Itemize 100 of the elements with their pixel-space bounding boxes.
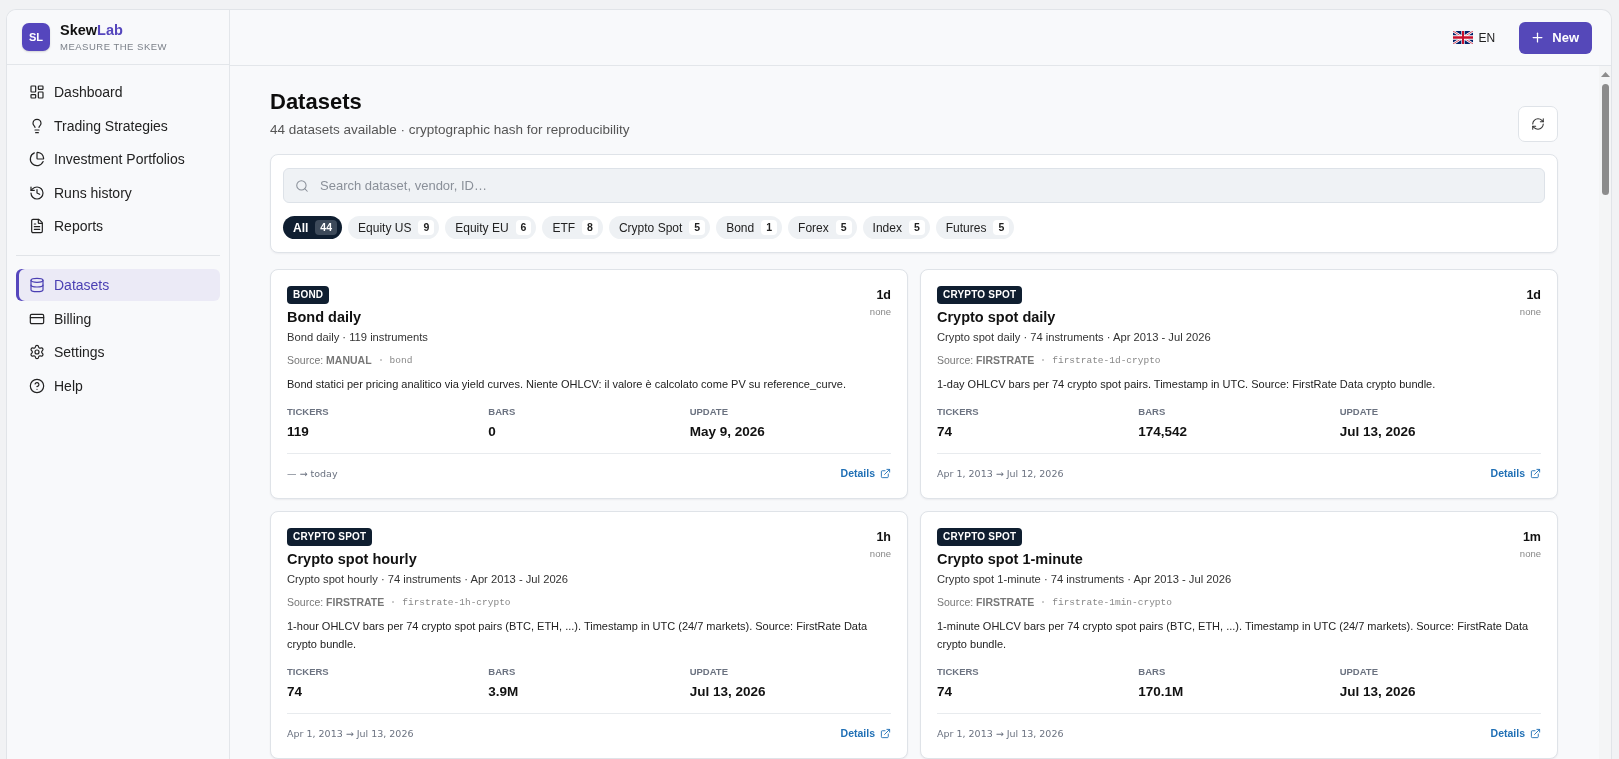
stat-value: 0 bbox=[488, 424, 496, 440]
details-link[interactable]: Details bbox=[840, 467, 891, 479]
nav-item[interactable]: Runs history bbox=[16, 176, 220, 209]
pie-chart-icon bbox=[29, 151, 45, 167]
card-summary: Crypto spot hourly · 74 instruments · Apr 2013 - Jul 2026 bbox=[287, 572, 569, 587]
card-description: 1-hour OHLCV bars per 74 crypto spot pairs (BTC, ETH, ...). Timestamp in UTC (24/7 markets). Source: FirstRate Data crypto bundle. bbox=[287, 619, 869, 652]
external-link-icon bbox=[880, 727, 891, 739]
card-summary: Bond daily · 119 instruments bbox=[287, 330, 428, 345]
filter-chip[interactable]: Bond 1 bbox=[716, 216, 783, 239]
interval-label: 1h bbox=[876, 530, 891, 545]
filter-chip[interactable]: ETF 8 bbox=[542, 216, 603, 239]
page-title: Datasets bbox=[270, 88, 362, 116]
count-badge: 5 bbox=[689, 220, 706, 235]
nav-item[interactable]: Investment Portfolios bbox=[16, 143, 220, 175]
date-range: Apr 1, 2013 → Jul 13, 2026 bbox=[937, 727, 1064, 739]
filter-chip[interactable]: Equity US 9 bbox=[348, 216, 440, 239]
search-field[interactable]: Search dataset, vendor, ID… bbox=[283, 168, 1545, 203]
dataset-id: bond bbox=[389, 354, 413, 366]
stat-label: TICKERS bbox=[937, 406, 979, 418]
details-link[interactable]: Details bbox=[840, 727, 891, 739]
source-label: Source: FIRSTRATE bbox=[937, 354, 1035, 366]
filter-chip[interactable]: All 44 bbox=[283, 216, 343, 239]
stat-value: Jul 13, 2026 bbox=[689, 684, 766, 700]
new-button[interactable]: New bbox=[1519, 21, 1592, 54]
filter-chip[interactable]: Crypto Spot 5 bbox=[608, 216, 711, 239]
dataset-id: firstrate-1min-crypto bbox=[1052, 596, 1172, 608]
refresh-icon bbox=[1531, 117, 1545, 131]
count-badge: 5 bbox=[835, 220, 852, 235]
dashboard-icon bbox=[29, 84, 45, 100]
brand-name: SkewLab bbox=[60, 22, 124, 39]
stat-value: Jul 13, 2026 bbox=[1339, 684, 1416, 700]
card-summary: Crypto spot daily · 74 instruments · Apr 2013 - Jul 2026 bbox=[937, 330, 1211, 345]
filter-chip[interactable]: Index 5 bbox=[862, 216, 930, 239]
filter-chip[interactable]: Futures 5 bbox=[935, 216, 1015, 239]
interval-label: 1d bbox=[1526, 288, 1541, 303]
scrollbar-thumb[interactable] bbox=[1601, 84, 1609, 195]
help-icon bbox=[29, 377, 45, 394]
stat-value: Jul 13, 2026 bbox=[1339, 424, 1416, 440]
lightbulb-icon bbox=[29, 117, 45, 134]
stat-label: UPDATE bbox=[1339, 666, 1378, 678]
count-badge: 44 bbox=[315, 220, 338, 235]
card-description: 1-day OHLCV bars per 74 crypto spot pairs. Timestamp in UTC. Source: FirstRate Data crypto bundle. bbox=[937, 377, 1437, 392]
nav-item[interactable]: Dashboard bbox=[16, 76, 220, 108]
page-subtitle: 44 datasets available · cryptographic hash for reproducibility bbox=[270, 121, 630, 139]
nav-item[interactable]: Help bbox=[16, 369, 220, 402]
scroll-up-arrow-icon[interactable] bbox=[1600, 72, 1610, 77]
stat-value: 3.9M bbox=[488, 684, 519, 700]
document-icon bbox=[29, 218, 45, 234]
card-summary: Crypto spot 1-minute · 74 instruments · Apr 2013 - Jul 2026 bbox=[937, 572, 1232, 587]
date-range: — → today bbox=[287, 467, 338, 479]
filter-chip[interactable]: Forex 5 bbox=[788, 216, 857, 239]
history-icon bbox=[29, 184, 45, 201]
stat-label: UPDATE bbox=[1339, 406, 1378, 418]
brand-tagline: MEASURE THE SKEW bbox=[60, 41, 168, 52]
nav-item[interactable]: Billing bbox=[16, 302, 220, 335]
card-title: Bond daily bbox=[287, 308, 362, 327]
stat-value: 170.1M bbox=[1138, 684, 1184, 700]
stat-value: 74 bbox=[937, 684, 953, 700]
flag-icon bbox=[1452, 31, 1473, 44]
database-icon bbox=[29, 277, 45, 293]
details-link[interactable]: Details bbox=[1490, 467, 1541, 479]
stat-label: BARS bbox=[1138, 666, 1166, 678]
search-icon bbox=[295, 178, 309, 193]
category-badge: CRYPTO SPOT bbox=[937, 286, 1023, 304]
scrollbar-track[interactable] bbox=[1599, 66, 1611, 759]
stat-value: 74 bbox=[937, 424, 953, 440]
stat-label: BARS bbox=[488, 406, 516, 418]
stat-label: TICKERS bbox=[937, 666, 979, 678]
refresh-button[interactable] bbox=[1518, 106, 1558, 142]
date-range: Apr 1, 2013 → Jul 13, 2026 bbox=[287, 727, 414, 739]
dataset-id: firstrate-1d-crypto bbox=[1052, 354, 1161, 366]
plus-icon bbox=[1530, 30, 1546, 45]
interval-label: 1m bbox=[1522, 530, 1541, 545]
nav-item[interactable]: Trading Strategies bbox=[16, 109, 220, 142]
stat-value: 174,542 bbox=[1138, 424, 1188, 440]
count-badge: 9 bbox=[418, 220, 435, 235]
stat-label: BARS bbox=[488, 666, 516, 678]
interval-note: none bbox=[1519, 548, 1541, 559]
stat-label: UPDATE bbox=[689, 406, 728, 418]
external-link-icon bbox=[1530, 467, 1541, 479]
nav-item[interactable]: Reports bbox=[16, 210, 220, 242]
language-button[interactable]: EN bbox=[1452, 30, 1496, 45]
interval-note: none bbox=[869, 306, 891, 317]
source-label: Source: FIRSTRATE bbox=[937, 596, 1035, 608]
details-link[interactable]: Details bbox=[1490, 727, 1541, 739]
stat-value: 119 bbox=[287, 424, 309, 440]
card-title: Crypto spot daily bbox=[937, 308, 1056, 327]
filter-chip[interactable]: Equity EU 6 bbox=[445, 216, 537, 239]
category-badge: CRYPTO SPOT bbox=[937, 528, 1023, 546]
category-badge: CRYPTO SPOT bbox=[287, 528, 373, 546]
stat-label: TICKERS bbox=[287, 666, 329, 678]
count-badge: 5 bbox=[908, 220, 925, 235]
stat-label: UPDATE bbox=[689, 666, 728, 678]
nav-item[interactable]: Datasets bbox=[16, 269, 220, 301]
stat-label: TICKERS bbox=[287, 406, 329, 418]
card-title: Crypto spot 1-minute bbox=[937, 550, 1083, 569]
card-description: 1-minute OHLCV bars per 74 crypto spot pairs (BTC, ETH, ...). Timestamp in UTC (24/7 markets). Source: FirstRate Data crypto bundle. bbox=[937, 619, 1530, 652]
nav-item[interactable]: Settings bbox=[16, 336, 220, 368]
date-range: Apr 1, 2013 → Jul 12, 2026 bbox=[937, 467, 1064, 479]
interval-note: none bbox=[869, 548, 891, 559]
